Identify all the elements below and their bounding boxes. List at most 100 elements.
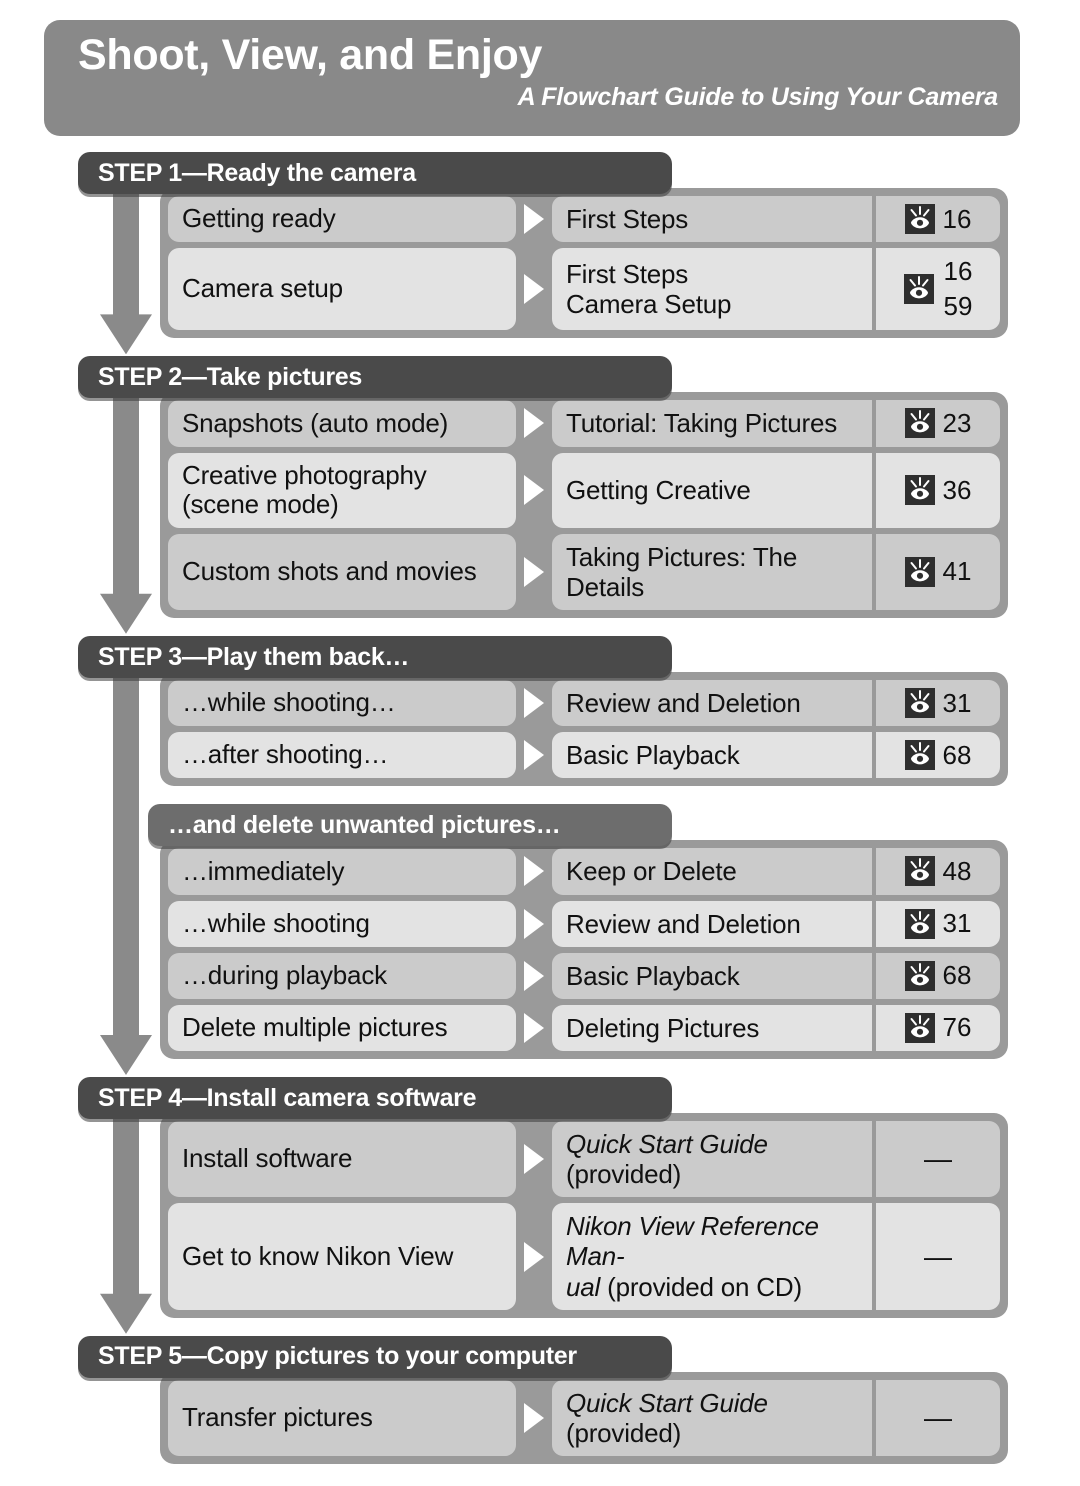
down-arrow-icon — [100, 674, 152, 1075]
flow-arrow-cell — [516, 732, 552, 778]
reference-cell[interactable]: Basic Playback — [552, 732, 872, 779]
table-row[interactable]: Creative photography (scene mode) Getting … — [168, 452, 1000, 528]
table-row[interactable]: …while shooting… Review and Deletion 31 — [168, 680, 1000, 727]
reference-cell[interactable]: Taking Pictures: The Details — [552, 533, 872, 611]
reference-cell[interactable]: First Steps — [552, 196, 872, 243]
step-banner[interactable]: STEP 2—Take pictures — [78, 356, 672, 399]
table-row[interactable]: Custom shots and movies Taking Pictures: … — [168, 533, 1000, 611]
page-reference-cell[interactable]: 23 — [876, 400, 1000, 447]
table-row[interactable]: Delete multiple pictures Deleting Picture… — [168, 1004, 1000, 1051]
page-reference-cell[interactable]: 76 — [876, 1004, 1000, 1051]
page-reference-cell[interactable]: 31 — [876, 900, 1000, 947]
flow-section: STEP 3—Play them back… …while shooting… Re… — [0, 636, 1080, 787]
table-row[interactable]: Camera setup First Steps Camera Setup 16 59 — [168, 248, 1000, 331]
page-reference-cell[interactable]: 68 — [876, 732, 1000, 779]
triangle-right-icon — [524, 274, 544, 305]
step-banner-label: STEP 3—Play them back… — [98, 642, 410, 671]
sub-step-banner[interactable]: …and delete unwanted pictures… — [148, 804, 672, 847]
reference-label: Taking Pictures: The Details — [566, 541, 798, 602]
action-label: Delete multiple pictures — [182, 1012, 448, 1043]
page-reference-cell[interactable]: — — [876, 1121, 1000, 1198]
page-reference-cell[interactable]: — — [876, 1379, 1000, 1457]
page-reference-cell[interactable]: 31 — [876, 680, 1000, 727]
step-banner[interactable]: STEP 5—Copy pictures to your computer — [78, 1335, 672, 1378]
action-cell[interactable]: Camera setup — [168, 248, 516, 331]
page-reference-cell[interactable]: 36 — [876, 452, 1000, 528]
action-label: Get to know Nikon View — [182, 1240, 454, 1271]
eye-icon — [903, 274, 934, 305]
page-reference-cell[interactable]: 16 — [876, 196, 1000, 243]
page-reference-cell[interactable]: 16 59 — [876, 248, 1000, 331]
flow-section: STEP 2—Take pictures Snapshots (auto mode… — [0, 356, 1080, 619]
page-reference-cell[interactable]: 68 — [876, 952, 1000, 999]
reference-cell[interactable]: Quick Start Guide (provided) — [552, 1121, 872, 1198]
reference-cell[interactable]: Deleting Pictures — [552, 1004, 872, 1051]
reference-cell[interactable]: Keep or Delete — [552, 848, 872, 895]
reference-label: Review and Deletion — [566, 688, 801, 719]
step-banner[interactable]: STEP 4—Install camera software — [78, 1077, 672, 1119]
page-reference-cell[interactable]: 48 — [876, 848, 1000, 895]
reference-label: Keep or Delete — [566, 856, 737, 887]
page-reference-cell[interactable]: 41 — [876, 533, 1000, 611]
triangle-right-icon — [524, 556, 544, 587]
flowchart-page: Shoot, View, and Enjoy A Flowchart Guide… — [0, 0, 1080, 1486]
action-cell[interactable]: Install software — [168, 1121, 516, 1198]
action-cell[interactable]: …immediately — [168, 848, 516, 895]
action-cell[interactable]: Getting ready — [168, 196, 516, 243]
table-row[interactable]: Snapshots (auto mode) Tutorial: Taking Pi… — [168, 400, 1000, 447]
flow-section: STEP 4—Install camera software Install so… — [0, 1077, 1080, 1318]
reference-cell[interactable]: Tutorial: Taking Pictures — [552, 400, 872, 447]
page-reference-cell[interactable]: — — [876, 1203, 1000, 1310]
triangle-right-icon — [524, 1241, 544, 1272]
page-number: 23 — [942, 407, 972, 438]
table-row[interactable]: …immediately Keep or Delete 48 — [168, 848, 1000, 895]
flow-arrow-cell — [516, 953, 552, 999]
page-number: — — [924, 1240, 952, 1272]
step-banner[interactable]: STEP 3—Play them back… — [78, 636, 672, 679]
action-label: …while shooting… — [182, 687, 396, 718]
table-row[interactable]: Get to know Nikon View Nikon View Referen… — [168, 1203, 1000, 1310]
reference-label: Nikon View Reference Man-ual (provided o… — [566, 1211, 819, 1302]
table-row[interactable]: Getting ready First Steps 16 — [168, 196, 1000, 243]
reference-cell[interactable]: First Steps Camera Setup — [552, 248, 872, 331]
step-banner[interactable]: STEP 1—Ready the camera — [78, 152, 672, 194]
reference-cell[interactable]: Review and Deletion — [552, 680, 872, 727]
step-connector-arrow — [100, 1115, 152, 1334]
step-banner-label: STEP 2—Take pictures — [98, 362, 363, 391]
action-cell[interactable]: Get to know Nikon View — [168, 1203, 516, 1310]
action-cell[interactable]: …while shooting… — [168, 680, 516, 727]
action-cell[interactable]: Custom shots and movies — [168, 533, 516, 611]
flow-arrow-cell — [516, 901, 552, 947]
reference-label: First Steps Camera Setup — [566, 259, 732, 320]
eye-icon — [904, 688, 935, 719]
action-cell[interactable]: …while shooting — [168, 900, 516, 947]
reference-cell[interactable]: Basic Playback — [552, 952, 872, 999]
flow-arrow-cell — [516, 680, 552, 726]
page-number: 31 — [942, 908, 972, 939]
row-group: …while shooting… Review and Deletion 31 …af… — [160, 672, 1008, 787]
reference-cell[interactable]: Review and Deletion — [552, 900, 872, 947]
table-row[interactable]: Transfer pictures Quick Start Guide (prov… — [168, 1379, 1000, 1457]
table-row[interactable]: …during playback Basic Playback 68 — [168, 952, 1000, 999]
table-row[interactable]: Install software Quick Start Guide (provi… — [168, 1121, 1000, 1198]
page-subtitle: A Flowchart Guide to Using Your Camera — [517, 82, 999, 111]
action-cell[interactable]: …during playback — [168, 952, 516, 999]
reference-cell[interactable]: Getting Creative — [552, 452, 872, 528]
flow-arrow-cell — [516, 1203, 552, 1309]
page-number: 48 — [942, 855, 972, 886]
eye-icon — [904, 408, 935, 439]
page-number: 76 — [942, 1012, 972, 1043]
action-cell[interactable]: …after shooting… — [168, 732, 516, 779]
down-arrow-icon — [100, 190, 152, 355]
table-row[interactable]: …after shooting… Basic Playback 68 — [168, 732, 1000, 779]
action-cell[interactable]: Snapshots (auto mode) — [168, 400, 516, 447]
reference-cell[interactable]: Nikon View Reference Man-ual (provided o… — [552, 1203, 872, 1310]
page-number: 68 — [942, 739, 972, 770]
reference-cell[interactable]: Quick Start Guide (provided) — [552, 1379, 872, 1457]
action-cell[interactable]: Creative photography (scene mode) — [168, 452, 516, 528]
table-row[interactable]: …while shooting Review and Deletion 31 — [168, 900, 1000, 947]
flow-arrow-cell — [516, 1121, 552, 1197]
action-cell[interactable]: Transfer pictures — [168, 1379, 516, 1457]
action-cell[interactable]: Delete multiple pictures — [168, 1004, 516, 1051]
